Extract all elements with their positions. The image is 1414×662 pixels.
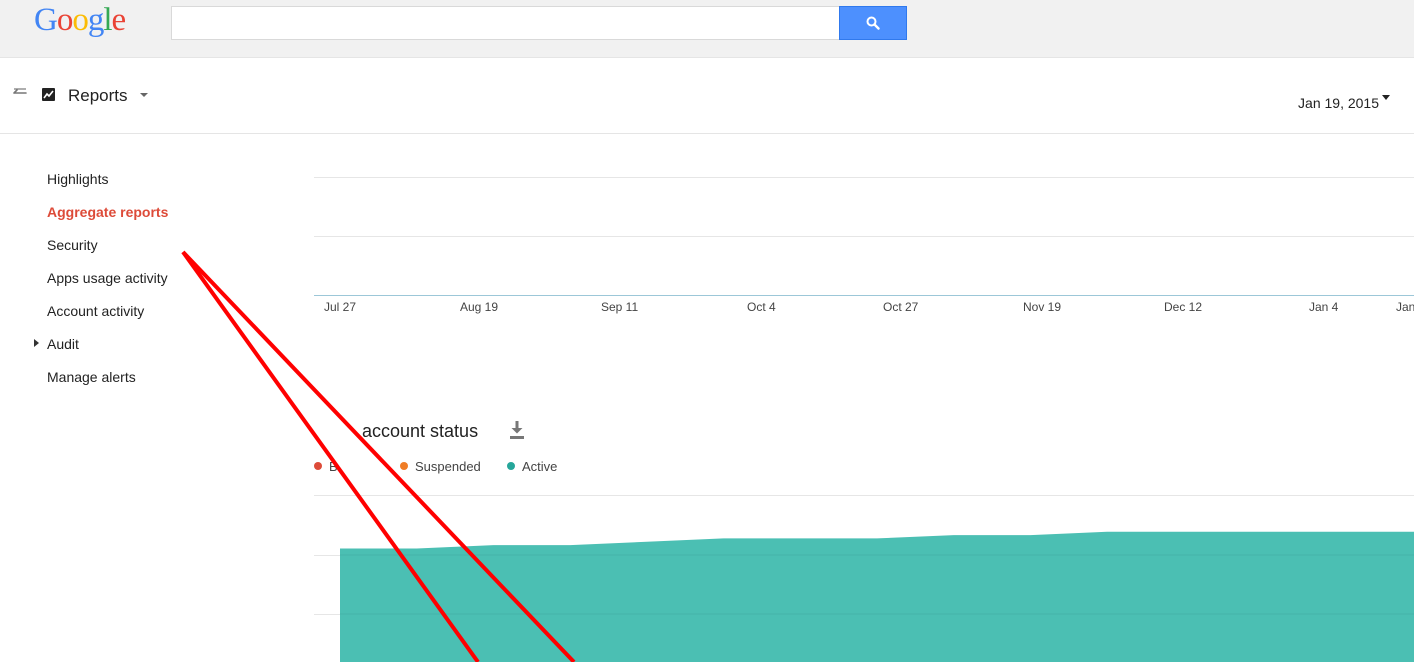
- page: Google Reports Jan 19, 2015 Highlights A…: [0, 0, 1414, 662]
- logo-letter: e: [111, 2, 127, 38]
- legend-label: Suspended: [415, 459, 481, 474]
- legend-label: B: [329, 459, 338, 474]
- legend-dot: [507, 462, 515, 470]
- top-bar: Google: [0, 0, 1414, 58]
- back-arrow-icon[interactable]: [10, 84, 28, 98]
- legend-dot: [400, 462, 408, 470]
- gridline: [314, 555, 340, 556]
- legend-dot: [314, 462, 322, 470]
- gridline: [314, 236, 1414, 237]
- x-tick-label: Jul 27: [324, 300, 357, 314]
- logo-letter: o: [72, 2, 88, 38]
- gridline: [314, 495, 1414, 496]
- sidebar-item-account-activity[interactable]: Account activity: [47, 303, 144, 319]
- search-icon: [866, 16, 880, 30]
- sidebar-item-audit[interactable]: Audit: [47, 336, 79, 352]
- x-tick-label: Jan 4: [1309, 300, 1339, 314]
- chart-title: account status: [362, 421, 479, 441]
- search-input[interactable]: [171, 6, 839, 40]
- download-icon[interactable]: [508, 420, 526, 440]
- legend-item: B: [314, 459, 338, 474]
- reports-chart-icon: [42, 88, 55, 101]
- active-series-area: [340, 531, 1414, 662]
- logo-letter: g: [87, 2, 104, 38]
- x-tick-label: Aug 19: [460, 300, 499, 314]
- sidebar-item-highlights[interactable]: Highlights: [47, 171, 108, 187]
- x-tick-label: Dec 12: [1164, 300, 1203, 314]
- search-button[interactable]: [839, 6, 907, 40]
- sidebar-item-aggregate-reports[interactable]: Aggregate reports: [47, 204, 168, 220]
- x-tick-label: Oct 4: [747, 300, 776, 314]
- x-tick-label: Nov 19: [1023, 300, 1062, 314]
- reports-dropdown[interactable]: Reports: [68, 86, 128, 106]
- legend-label: Active: [522, 459, 558, 474]
- x-tick-label: Oct 27: [883, 300, 919, 314]
- x-axis-line: [314, 295, 1414, 296]
- sidebar-item-apps-usage-activity[interactable]: Apps usage activity: [47, 270, 168, 286]
- expand-arrow-icon[interactable]: [34, 339, 39, 347]
- reports-header: Reports Jan 19, 2015: [0, 58, 1414, 134]
- legend-item: Active: [507, 459, 557, 474]
- logo-letter: o: [56, 2, 73, 38]
- gridline: [314, 177, 1414, 178]
- legend-item: Suspended: [400, 459, 481, 474]
- annotation-line: [181, 250, 576, 662]
- google-logo[interactable]: Google: [34, 0, 127, 40]
- x-tick-label: Sep 11: [601, 300, 639, 314]
- chevron-down-icon[interactable]: [140, 93, 148, 97]
- sidebar-item-security[interactable]: Security: [47, 237, 98, 253]
- gridline: [314, 614, 340, 615]
- date-caret-icon[interactable]: [1382, 95, 1390, 100]
- sidebar-item-manage-alerts[interactable]: Manage alerts: [47, 369, 136, 385]
- logo-letter: G: [34, 2, 58, 38]
- logo-letter: l: [103, 2, 112, 38]
- date-picker[interactable]: Jan 19, 2015: [1298, 95, 1379, 111]
- x-tick-label: Jan: [1396, 300, 1414, 314]
